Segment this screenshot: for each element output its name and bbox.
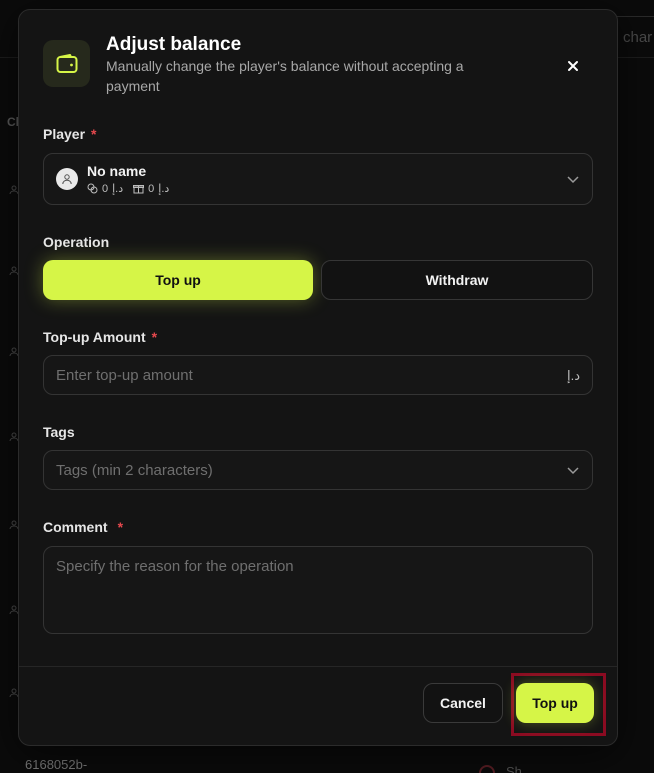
avatar: [56, 168, 78, 190]
balance-currency: د.إ: [112, 183, 124, 195]
comment-placeholder: Specify the reason for the operation: [56, 558, 294, 575]
required-mark: *: [151, 329, 158, 345]
required-mark: *: [117, 519, 124, 535]
player-balances: 0 د.إ 0 د.إ: [87, 182, 169, 195]
balance-value: 0: [102, 182, 109, 195]
background-row-id: 6168052b-: [25, 757, 88, 772]
close-button[interactable]: [559, 52, 587, 80]
tags-placeholder: Tags (min 2 characters): [56, 462, 213, 479]
tags-label: Tags: [43, 424, 75, 440]
bonus-value: 0: [148, 182, 155, 195]
user-icon: [62, 174, 72, 185]
player-label: Player *: [43, 126, 97, 142]
coins-icon: [87, 183, 98, 194]
amount-label: Top-up Amount *: [43, 329, 158, 345]
background-status-icon: [479, 765, 495, 773]
operation-withdraw-button[interactable]: Withdraw: [321, 260, 593, 300]
required-mark: *: [91, 126, 97, 142]
gift-icon: [133, 185, 145, 194]
player-name: No name: [87, 163, 147, 179]
player-select[interactable]: No name 0 د.إ 0 د.إ: [43, 153, 593, 205]
currency-symbol: د.إ: [566, 368, 580, 383]
tags-select[interactable]: Tags (min 2 characters): [43, 450, 593, 490]
amount-input[interactable]: Enter top-up amount د.إ: [43, 355, 593, 395]
modal-subtitle: Manually change the player's balance wit…: [106, 58, 464, 94]
comment-textarea[interactable]: Specify the reason for the operation: [43, 546, 593, 634]
amount-placeholder: Enter top-up amount: [56, 367, 193, 384]
bonus-currency: د.إ: [158, 183, 170, 195]
chevron-down-icon: [567, 467, 579, 475]
footer-divider: [19, 666, 617, 667]
adjust-balance-modal: Adjust balance Manually change the playe…: [18, 9, 618, 746]
comment-label: Comment *: [43, 519, 124, 535]
operation-top-up-button[interactable]: Top up: [43, 260, 313, 300]
operation-label: Operation: [43, 234, 110, 250]
close-icon: [568, 61, 578, 71]
wallet-icon: [43, 40, 90, 87]
cancel-button[interactable]: Cancel: [423, 683, 503, 723]
top-up-submit-button[interactable]: Top up: [516, 683, 594, 723]
modal-title: Adjust balance: [106, 34, 242, 55]
background-row-text: Sh: [506, 764, 522, 773]
chevron-down-icon: [567, 176, 579, 184]
